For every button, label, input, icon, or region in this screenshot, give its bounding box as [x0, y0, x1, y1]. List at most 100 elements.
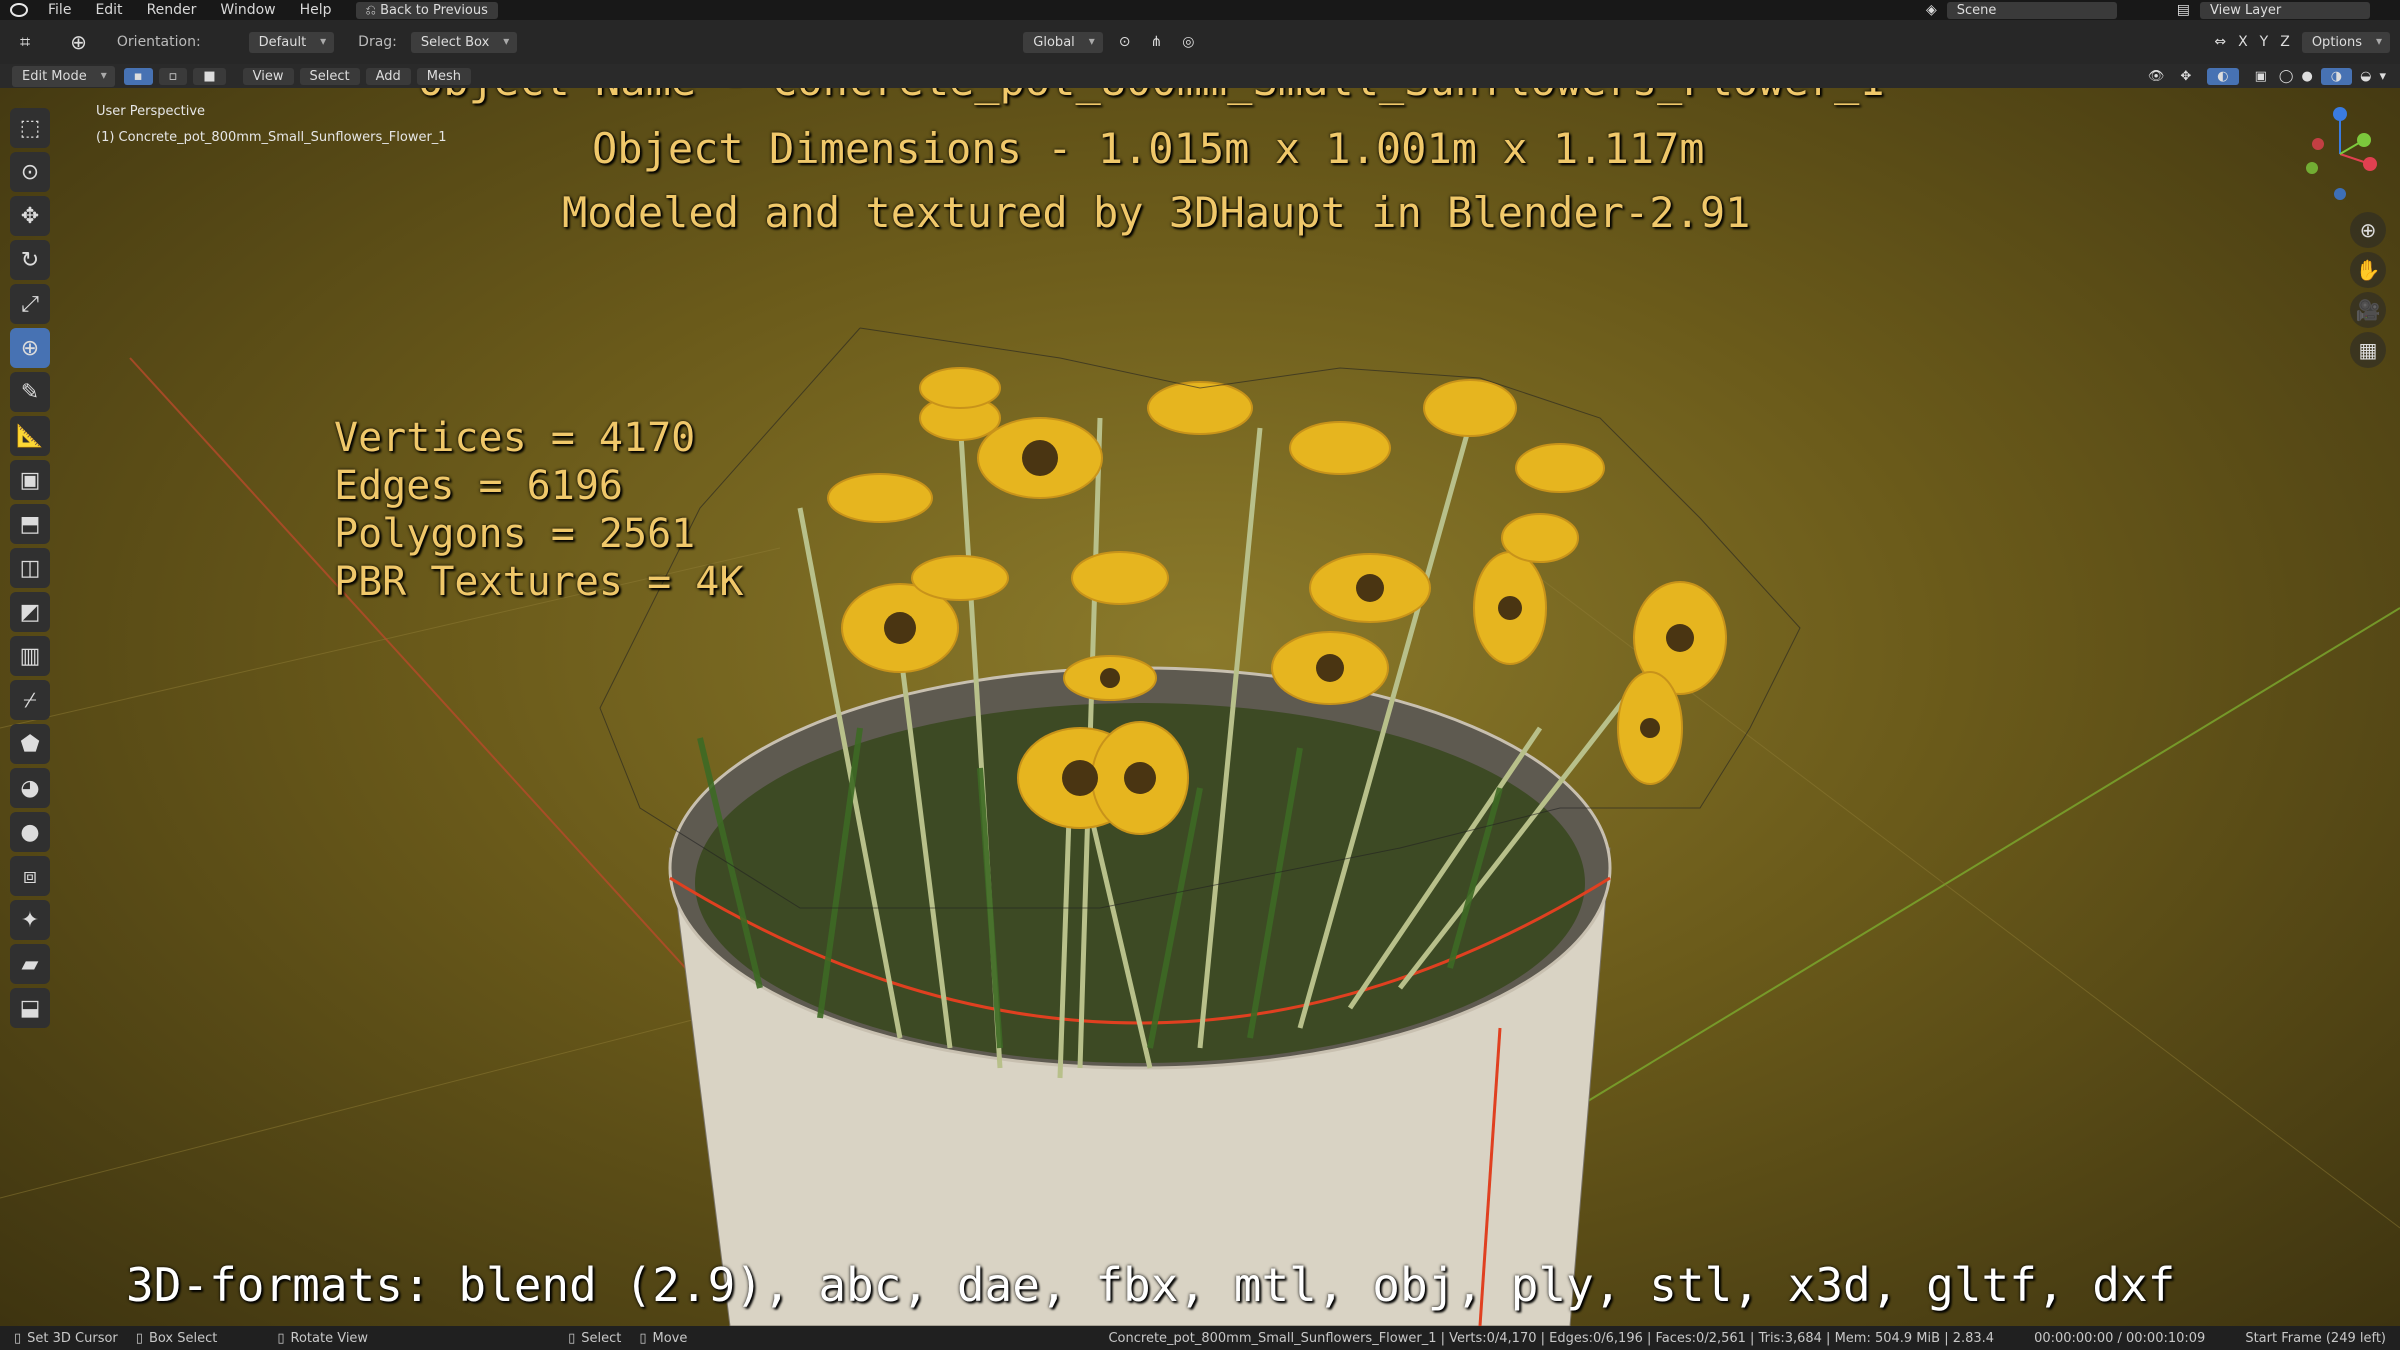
mouse-right-icon: ▯ — [568, 1330, 576, 1346]
grid-line — [0, 1017, 701, 1199]
object-dimensions-overlay: Object Dimensions - 1.015m x 1.001m x 1.… — [592, 124, 1705, 173]
tool-shelf: ⬚ ⊙ ✥ ↻ ⤢ ⊕ ✎ 📐 ▣ ⬒ ◫ ◩ ▥ ⌿ ⬟ ◕ ● ⧈ ✦ ▰ … — [10, 104, 58, 1032]
add-cube-tool-icon[interactable]: ▣ — [10, 460, 50, 500]
move-tool-icon[interactable]: ✥ — [10, 196, 50, 236]
view-layer-selector[interactable]: View Layer — [2200, 1, 2370, 19]
proportional-edit-icon[interactable]: ◎ — [1182, 34, 1194, 50]
scale-tool-icon[interactable]: ⤢ — [10, 284, 50, 324]
transform-orientation-dropdown[interactable]: Global — [1023, 31, 1103, 53]
status-hint-cursor: Set 3D Cursor — [27, 1330, 118, 1346]
menu-add[interactable]: Add — [365, 67, 411, 85]
status-hint-rotate: Rotate View — [290, 1330, 369, 1346]
knife-tool-icon[interactable]: ⌿ — [10, 680, 50, 720]
shading-options-icon[interactable]: ▾ — [2379, 69, 2386, 84]
credit-overlay: Modeled and textured by 3DHaupt in Blend… — [562, 188, 1751, 237]
view-layer-icon[interactable]: ▤ — [2177, 2, 2190, 18]
rendered-shading-icon[interactable]: ◒ — [2360, 69, 2371, 84]
editor-type-icon[interactable]: ⌗ — [20, 32, 30, 53]
bevel-tool-icon[interactable]: ◩ — [10, 592, 50, 632]
stat-textures: PBR Textures = 4K — [334, 559, 744, 605]
snap-icon[interactable]: ⋔ — [1151, 34, 1163, 50]
face-select-button[interactable]: ■ — [193, 67, 226, 85]
annotate-tool-icon[interactable]: ✎ — [10, 372, 50, 412]
axis-x-toggle[interactable]: X — [2238, 34, 2248, 50]
rip-tool-icon[interactable]: ⬓ — [10, 988, 50, 1028]
menu-render[interactable]: Render — [135, 2, 209, 18]
frame-info: Start Frame (249 left) — [2245, 1330, 2386, 1346]
mouse-move-icon: ▯ — [639, 1330, 647, 1346]
3d-viewport[interactable]: User Perspective (1) Concrete_pot_800mm_… — [0, 88, 2400, 1326]
loop-cut-tool-icon[interactable]: ▥ — [10, 636, 50, 676]
menu-view[interactable]: View — [242, 67, 294, 85]
menu-help[interactable]: Help — [288, 2, 344, 18]
object-name-overlay: Object Name - Concrete_pot_800mm_Small_S… — [418, 88, 1885, 105]
vertex-select-button[interactable]: ▪ — [123, 67, 153, 85]
tool-settings-header: ⌗ ⊕ Orientation: Default Drag: Select Bo… — [0, 20, 2400, 64]
smooth-tool-icon[interactable]: ● — [10, 812, 50, 852]
orientation-label: Orientation: — [116, 34, 201, 50]
pivot-icon[interactable]: ⊙ — [1119, 34, 1131, 50]
poly-build-tool-icon[interactable]: ⬟ — [10, 724, 50, 764]
axis-z-toggle[interactable]: Z — [2280, 34, 2290, 50]
shrink-fatten-tool-icon[interactable]: ✦ — [10, 900, 50, 940]
drag-dropdown[interactable]: Select Box — [410, 31, 518, 53]
edge-select-button[interactable]: ▫ — [158, 67, 188, 85]
ortho-toggle-icon[interactable]: ▦ — [2350, 332, 2386, 368]
menu-select[interactable]: Select — [299, 67, 360, 85]
status-hint-move: Move — [652, 1330, 688, 1346]
zoom-icon[interactable]: ⊕ — [2350, 212, 2386, 248]
wireframe-shading-icon[interactable]: ◯ — [2279, 69, 2294, 84]
perspective-label: User Perspective — [96, 104, 206, 119]
menu-mesh[interactable]: Mesh — [416, 67, 472, 85]
visibility-icon[interactable]: 👁 — [2148, 69, 2165, 84]
axis-y-toggle[interactable]: Y — [2260, 34, 2269, 50]
top-menu-bar: File Edit Render Window Help ⎌ Back to P… — [0, 0, 2400, 20]
measure-tool-icon[interactable]: 📐 — [10, 416, 50, 456]
spin-tool-icon[interactable]: ◕ — [10, 768, 50, 808]
stat-polygons: Polygons = 2561 — [334, 511, 696, 557]
menu-edit[interactable]: Edit — [83, 2, 134, 18]
status-hint-select: Select — [581, 1330, 622, 1346]
transform-tool-icon[interactable]: ⊕ — [10, 328, 50, 368]
scene-icon[interactable]: ◈ — [1926, 2, 1937, 18]
status-hint-box-select: Box Select — [148, 1330, 218, 1346]
menu-window[interactable]: Window — [208, 2, 287, 18]
scene-render — [0, 327, 2400, 1326]
menu-file[interactable]: File — [36, 2, 83, 18]
object-info-label: (1) Concrete_pot_800mm_Small_Sunflowers_… — [96, 130, 447, 145]
mouse-middle-icon: ▯ — [277, 1330, 285, 1346]
edge-slide-tool-icon[interactable]: ⧈ — [10, 856, 50, 896]
active-tool-icon[interactable]: ⊕ — [70, 30, 87, 54]
stat-edges: Edges = 6196 — [334, 463, 623, 509]
scene-statistics: Concrete_pot_800mm_Small_Sunflowers_Flow… — [1108, 1330, 1995, 1346]
blender-logo-icon[interactable] — [10, 3, 28, 17]
options-dropdown[interactable]: Options — [2301, 31, 2390, 53]
cursor-tool-icon[interactable]: ⊙ — [10, 152, 50, 192]
mirror-icon[interactable]: ⇔ — [2214, 34, 2226, 50]
pan-hand-icon[interactable]: ✋ — [2350, 252, 2386, 288]
orientation-dropdown[interactable]: Default — [248, 31, 335, 53]
material-shading-icon[interactable]: ◑ — [2320, 67, 2353, 85]
drag-label: Drag: — [358, 34, 397, 50]
mouse-left-icon: ▯ — [14, 1330, 22, 1346]
overlays-icon[interactable]: ◐ — [2207, 67, 2239, 85]
shear-tool-icon[interactable]: ▰ — [10, 944, 50, 984]
formats-overlay: 3D-formats: blend (2.9), abc, dae, fbx, … — [126, 1258, 2176, 1312]
back-icon: ⎌ — [365, 2, 381, 18]
mouse-drag-icon: ▯ — [135, 1330, 143, 1346]
xray-icon[interactable]: ▣ — [2255, 69, 2267, 84]
back-to-previous-button[interactable]: ⎌ Back to Previous — [355, 1, 498, 19]
scene-selector[interactable]: Scene — [1946, 1, 2117, 19]
solid-shading-icon[interactable]: ● — [2301, 69, 2312, 84]
viewport-header: Edit Mode ▪ ▫ ■ View Select Add Mesh 👁 ✥… — [0, 64, 2400, 88]
inset-tool-icon[interactable]: ◫ — [10, 548, 50, 588]
axis-gizmo[interactable] — [2300, 104, 2380, 204]
status-bar: ▯ Set 3D Cursor ▯ Box Select ▯ Rotate Vi… — [0, 1326, 2400, 1350]
stat-vertices: Vertices = 4170 — [334, 415, 696, 461]
select-box-tool-icon[interactable]: ⬚ — [10, 108, 50, 148]
extrude-tool-icon[interactable]: ⬒ — [10, 504, 50, 544]
mode-dropdown[interactable]: Edit Mode — [12, 65, 115, 87]
rotate-tool-icon[interactable]: ↻ — [10, 240, 50, 280]
camera-view-icon[interactable]: 🎥 — [2350, 292, 2386, 328]
gizmo-icon[interactable]: ✥ — [2180, 69, 2191, 84]
